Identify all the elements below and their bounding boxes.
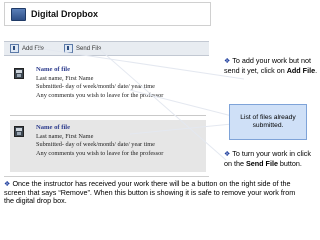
callout-send-bold: Send File: [245, 158, 278, 168]
list-item[interactable]: Name of file Last name, First Name Submi…: [10, 62, 206, 110]
list-files-box: List of files already submitted.: [229, 104, 307, 140]
send-file-icon: [64, 44, 74, 53]
callout-add-bold: Add File: [286, 65, 316, 75]
page-title: Digital Dropbox: [31, 9, 98, 19]
send-file-button[interactable]: Send File: [64, 44, 101, 53]
divider: [4, 176, 209, 177]
add-file-label: Add File: [22, 45, 45, 52]
bottom-note-text: Once the instructor has received your wo…: [4, 179, 296, 206]
callout-send-end: button.: [277, 158, 302, 168]
list-item[interactable]: Name of file Last name, First Name Submi…: [10, 120, 206, 168]
divider: [10, 115, 206, 116]
diamond-bullet-icon: ❖: [224, 151, 231, 158]
callout-add-file: ❖ To add your work but not send it yet, c…: [224, 56, 318, 75]
file-list: Name of file Last name, First Name Submi…: [10, 62, 206, 120]
file-submitted: Submitted- day of week/month/ date/ year…: [36, 141, 155, 148]
add-file-icon: [10, 44, 19, 53]
file-author: Last name, First Name: [36, 74, 94, 82]
add-file-button[interactable]: Add File: [10, 44, 44, 53]
diamond-bullet-icon: ❖: [224, 58, 231, 65]
file-name[interactable]: Name of file: [36, 66, 163, 75]
file-name[interactable]: Name of file: [36, 124, 163, 133]
bottom-note: ❖ Once the instructor has received your w…: [4, 179, 304, 206]
file-list-second: Name of file Last name, First Name Submi…: [10, 120, 206, 172]
dropbox-icon: [11, 7, 26, 21]
file-comments: Any comments you wish to leave for the p…: [36, 91, 164, 99]
send-file-label: Send File: [76, 45, 102, 52]
file-icon: [14, 68, 24, 79]
file-submitted: Submitted- day of week/month/ date/ year…: [36, 83, 155, 90]
toolbar: Add File Send File: [4, 41, 209, 56]
callout-add-period: .: [315, 65, 318, 75]
file-comments: Any comments you wish to leave for the p…: [36, 149, 164, 157]
digital-dropbox-screenshot: Digital Dropbox Add File Send File Name …: [0, 0, 222, 180]
file-icon: [14, 126, 24, 137]
title-bar: Digital Dropbox: [4, 2, 211, 26]
callout-send-file: ❖ To turn your work in click on the Send …: [224, 149, 318, 168]
list-files-text: List of files already submitted.: [240, 114, 296, 129]
file-author: Last name, First Name: [36, 132, 94, 140]
